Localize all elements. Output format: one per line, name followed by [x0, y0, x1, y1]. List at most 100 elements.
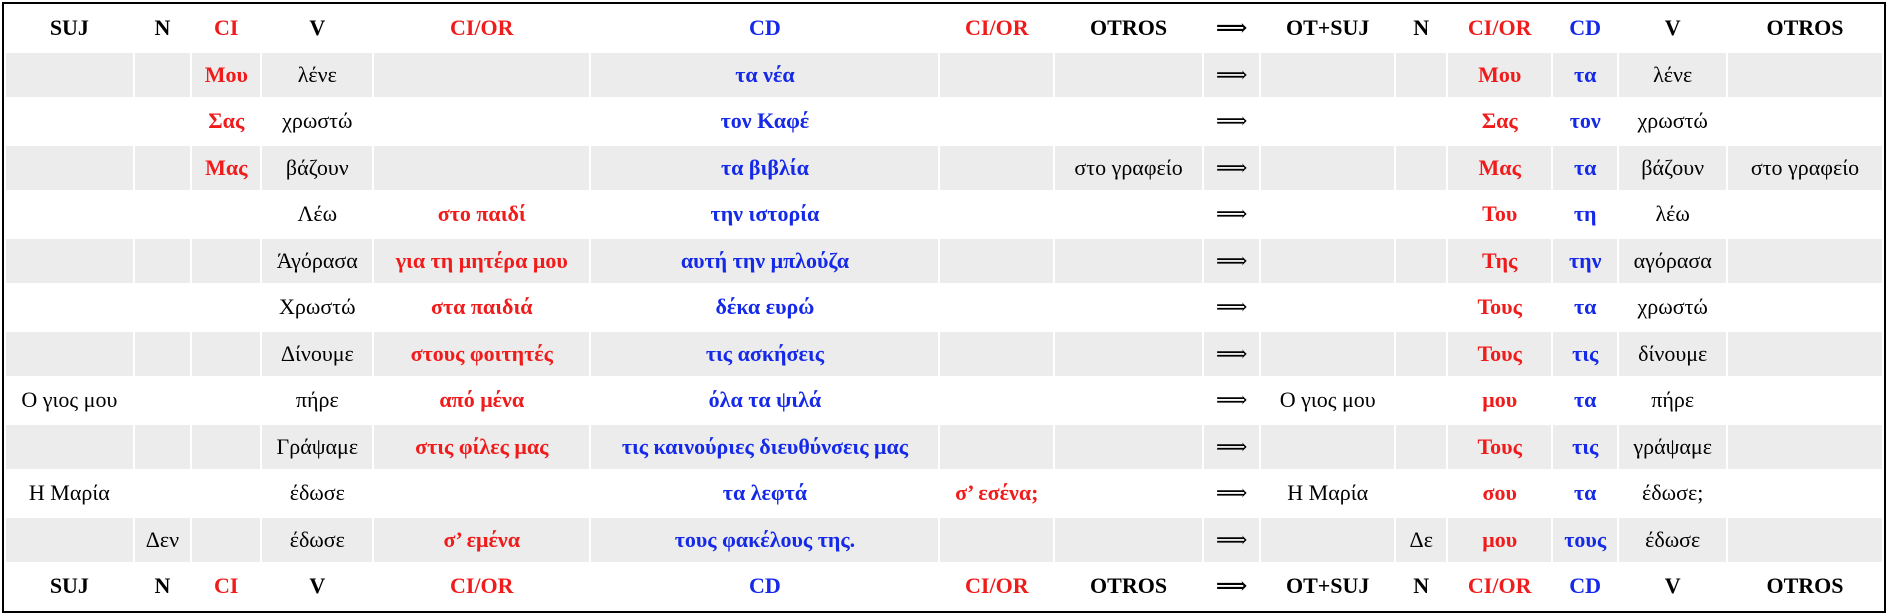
cell-ci-or-3: Του	[1482, 201, 1518, 227]
cell-ci-or-3: σου	[1482, 480, 1517, 506]
cell-ot-suj	[1261, 285, 1394, 330]
cell-arrow: ⟹	[1215, 201, 1248, 227]
cell-cd: τον Καφέ	[720, 108, 810, 134]
cell-ot-suj	[1261, 331, 1395, 376]
cell-ci-or	[374, 99, 589, 144]
cell-v-2: χρωστώ	[1637, 108, 1708, 134]
cell-arrow: ⟹	[1203, 145, 1260, 190]
table-row: Άγόρασα για τη μητέρα μου αυτή την μπλούζα…	[6, 238, 1882, 283]
cell-ci-or: στο παιδί	[437, 201, 526, 227]
cell-cd-2: τα	[1553, 145, 1618, 190]
cell-suj	[6, 238, 133, 283]
cell-ci-or	[374, 52, 590, 97]
cell-suj: Η Μαρία	[28, 480, 110, 506]
cell-ci-or: στα παιδιά	[430, 294, 533, 320]
cell-n: Δεν	[134, 517, 191, 562]
cell-n	[134, 52, 191, 97]
cell-ot-suj	[1261, 99, 1394, 144]
cell-otros-2	[1728, 285, 1882, 330]
cell-cd-2: τα	[1573, 294, 1597, 320]
cell-ci-or-3: Τους	[1477, 294, 1522, 320]
cell-v-2: λένε	[1619, 52, 1726, 97]
cell-ci-or	[374, 471, 589, 516]
cell-ot-suj	[1261, 52, 1395, 97]
cell-n-2	[1396, 471, 1446, 516]
pronoun-transformation-table: SUJ N CI V CI/OR CD CI/OR OTROS ⟹ OT+SUJ N CI/OR CD V…	[2, 2, 1886, 613]
cell-v: Γράψαμε	[262, 424, 373, 469]
cell-v-2: λέω	[1655, 201, 1690, 227]
cell-arrow: ⟹	[1215, 387, 1248, 413]
cell-ci-or: στις φίλες μας	[374, 424, 590, 469]
cell-ci-or: σ’ εμένα	[374, 517, 590, 562]
cell-arrow: ⟹	[1215, 15, 1248, 41]
cell-ci	[192, 517, 261, 562]
cell-cd: CD	[749, 15, 781, 41]
cell-n	[135, 192, 190, 237]
cell-ci-or-2	[940, 192, 1053, 237]
cell-ci-or-2	[940, 424, 1054, 469]
cell-ci-or-2	[940, 378, 1053, 423]
cell-v-2: έδωσε;	[1642, 480, 1704, 506]
cell-n	[135, 378, 190, 423]
cell-n	[135, 471, 190, 516]
cell-ci-or-2	[940, 517, 1054, 562]
cell-otros	[1055, 517, 1202, 562]
cell-otros-2	[1728, 471, 1882, 516]
cell-ci-or-3: Σας	[1481, 108, 1518, 134]
cell-ci-or-2	[940, 52, 1054, 97]
cell-v: λένε	[262, 52, 373, 97]
cell-v: χρωστώ	[282, 108, 353, 134]
cell-otros-2: OTROS	[1766, 573, 1844, 599]
cell-otros	[1055, 192, 1202, 237]
cell-arrow: ⟹	[1203, 238, 1260, 283]
cell-ci-or-3: Μας	[1448, 145, 1551, 190]
cell-ci	[192, 424, 261, 469]
cell-arrow: ⟹	[1203, 52, 1260, 97]
table-row: Χρωστώ στα παιδιά δέκα ευρώ ⟹ Τους τα χρωστώ	[6, 285, 1882, 330]
cell-cd-2: CD	[1569, 573, 1602, 599]
cell-cd-2: τα	[1553, 52, 1618, 97]
cell-ci-or-2: CI/OR	[965, 573, 1029, 599]
cell-ci-or-2	[940, 145, 1054, 190]
cell-otros	[1055, 52, 1202, 97]
table-row: Ο γιος μου πήρε από μένα όλα τα ψιλά ⟹ Ο γιος…	[6, 378, 1882, 423]
cell-v: βάζουν	[262, 145, 373, 190]
table-row: Δίνουμε στους φοιτητές τις ασκήσεις ⟹ Τους τι…	[6, 331, 1882, 376]
cell-n	[134, 331, 191, 376]
cell-n-2: Δε	[1396, 517, 1447, 562]
cell-v: πήρε	[295, 387, 339, 413]
cell-otros-2	[1728, 52, 1882, 97]
cell-v: Χρωστώ	[279, 294, 356, 320]
cell-v-2: δίνουμε	[1619, 331, 1726, 376]
cell-ci-or-2	[940, 331, 1054, 376]
cell-v: έδωσε	[289, 480, 345, 506]
cell-suj	[6, 52, 133, 97]
cell-cd-2: τη	[1573, 201, 1597, 227]
table-row: Λέω στο παιδί την ιστορία ⟹ Του τη λέω	[6, 192, 1882, 237]
cell-n	[134, 238, 191, 283]
cell-otros	[1055, 378, 1202, 423]
cell-suj	[6, 331, 133, 376]
cell-ot-suj	[1261, 517, 1395, 562]
cell-otros	[1055, 424, 1202, 469]
cell-ci-or-3: CI/OR	[1467, 573, 1532, 599]
cell-otros-2	[1728, 517, 1882, 562]
cell-arrow: ⟹	[1215, 573, 1248, 599]
cell-ci-or	[374, 145, 590, 190]
cell-arrow: ⟹	[1215, 108, 1248, 134]
cell-n	[135, 99, 190, 144]
cell-otros: OTROS	[1090, 573, 1168, 599]
cell-ot-suj	[1261, 145, 1395, 190]
cell-ci-or: για τη μητέρα μου	[374, 238, 590, 283]
cell-ci: CI	[214, 15, 239, 41]
cell-cd-2: τα	[1573, 387, 1597, 413]
cell-n-2	[1396, 145, 1447, 190]
cell-ci	[192, 192, 260, 237]
cell-otros-2	[1728, 424, 1882, 469]
cell-n-2	[1396, 285, 1446, 330]
table-row: Δεν έδωσε σ’ εμένα τους φακέλους της. ⟹ Δε μου…	[6, 517, 1882, 562]
cell-n-2	[1396, 52, 1447, 97]
cell-ci-or-3: Της	[1448, 238, 1551, 283]
cell-arrow: ⟹	[1215, 480, 1248, 506]
cell-ci-or: CI/OR	[449, 15, 514, 41]
